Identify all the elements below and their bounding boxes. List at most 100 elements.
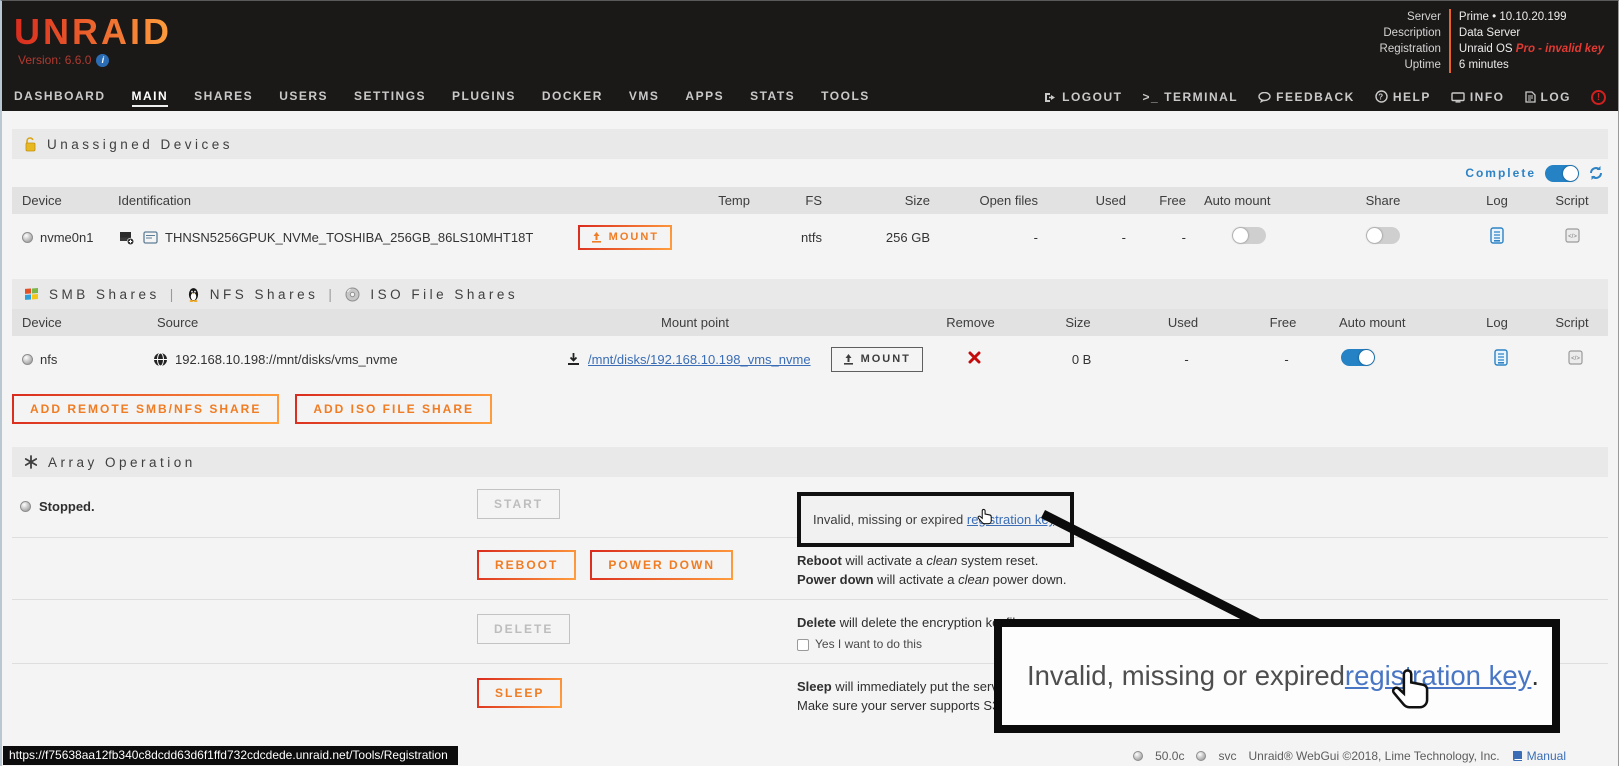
- nfs-shares-tab[interactable]: NFS Shares: [210, 287, 319, 302]
- mount-point-cell: /mnt/disks/192.168.10.198_vms_nvme: [567, 352, 827, 367]
- size-value: 256 GB: [826, 230, 934, 245]
- log-button[interactable]: LOG: [1525, 90, 1572, 106]
- terminal-button[interactable]: >_TERMINAL: [1142, 90, 1238, 106]
- add-iso-file-share-button[interactable]: ADD ISO FILE SHARE: [295, 394, 492, 424]
- share-toggle[interactable]: [1366, 227, 1400, 244]
- unraid-main-page: UNRAID Version: 6.6.0 i Server Prime • 1…: [0, 0, 1619, 766]
- unraid-logo: UNRAID: [14, 11, 172, 53]
- remove-x-icon[interactable]: [968, 351, 981, 364]
- registration-value: Unraid OS Pro - invalid key: [1449, 41, 1604, 57]
- version-text: Version: 6.6.0 i: [18, 53, 109, 67]
- script-badge-icon[interactable]: </>: [1565, 228, 1580, 243]
- log-icon: [1525, 91, 1536, 103]
- header: UNRAID Version: 6.6.0 i Server Prime • 1…: [2, 1, 1618, 84]
- device-name: nvme0n1: [40, 230, 93, 245]
- remote-shares-section-header: SMB Shares | NFS Shares | ISO File Share…: [12, 279, 1608, 309]
- log-badge-icon[interactable]: [1490, 227, 1504, 244]
- registration-label: Registration: [1380, 41, 1449, 57]
- share-source: 192.168.10.198://mnt/disks/vms_nvme: [175, 352, 398, 367]
- auto-mount-toggle[interactable]: [1232, 227, 1266, 244]
- power-down-button[interactable]: POWER DOWN: [590, 550, 733, 580]
- nav-main[interactable]: MAIN: [132, 89, 169, 107]
- col-auto-mount: Auto mount: [1333, 315, 1458, 330]
- cursor-hand-icon-large: [1390, 667, 1432, 713]
- monitor-icon: [1451, 92, 1465, 103]
- share-used-value: -: [1137, 352, 1237, 367]
- array-status-orb: [20, 501, 31, 512]
- share-auto-mount-toggle[interactable]: [1341, 349, 1375, 366]
- registration-key-link-large[interactable]: registration key: [1345, 660, 1531, 692]
- nav-apps[interactable]: APPS: [685, 89, 724, 107]
- nav-vms[interactable]: VMS: [629, 89, 660, 107]
- col-mount-point: Mount point: [567, 315, 823, 330]
- share-row: nfs 192.168.10.198://mnt/disks/vms_nvme …: [12, 336, 1608, 382]
- invalid-key-text: Pro - invalid key: [1516, 43, 1604, 55]
- array-operation-section-header: Array Operation: [12, 447, 1608, 477]
- mount-icon: [843, 354, 854, 365]
- section-title: Array Operation: [48, 455, 196, 470]
- mount-button-share[interactable]: MOUNT: [831, 347, 923, 372]
- sleep-button[interactable]: SLEEP: [477, 678, 562, 708]
- mount-point-link[interactable]: /mnt/disks/192.168.10.198_vms_nvme: [588, 352, 811, 367]
- nav-stats[interactable]: STATS: [750, 89, 795, 107]
- identification-cell: THNSN5256GPUK_NVMe_TOSHIBA_256GB_86LS10M…: [112, 225, 682, 250]
- col-used: Used: [1042, 193, 1130, 208]
- alert-icon[interactable]: !: [1591, 90, 1606, 105]
- col-temp: Temp: [682, 193, 754, 208]
- nav-tools[interactable]: TOOLS: [821, 89, 870, 107]
- complete-toggle[interactable]: [1545, 165, 1579, 182]
- nav-dashboard[interactable]: DASHBOARD: [14, 89, 106, 107]
- col-source: Source: [147, 315, 567, 330]
- unassigned-table-header: Device Identification Temp FS Size Open …: [12, 187, 1608, 214]
- description-label: Description: [1380, 25, 1449, 41]
- info-button[interactable]: INFO: [1451, 90, 1505, 106]
- col-remove: Remove: [918, 315, 1023, 330]
- iso-file-shares-tab[interactable]: ISO File Shares: [370, 287, 518, 302]
- array-status-text: Stopped.: [39, 499, 95, 514]
- delete-button[interactable]: DELETE: [477, 614, 570, 644]
- share-status-orb: [22, 354, 33, 365]
- description-value: Data Server: [1449, 25, 1604, 41]
- col-identification: Identification: [112, 193, 682, 208]
- device-cell: nfs: [12, 352, 147, 367]
- delete-confirm-checkbox[interactable]: [797, 639, 809, 651]
- col-script: Script: [1536, 315, 1608, 330]
- refresh-icon[interactable]: [1588, 165, 1604, 181]
- script-badge-icon[interactable]: </>: [1568, 350, 1583, 365]
- server-value: Prime • 10.10.20.199: [1449, 9, 1604, 25]
- log-badge-icon[interactable]: [1494, 349, 1508, 366]
- reboot-button[interactable]: REBOOT: [477, 550, 576, 580]
- device-status-orb: [22, 232, 33, 243]
- nav-docker[interactable]: DOCKER: [542, 89, 603, 107]
- mount-button-unassigned[interactable]: MOUNT: [578, 225, 672, 250]
- nav-settings[interactable]: SETTINGS: [354, 89, 426, 107]
- array-status: Stopped.: [12, 477, 477, 514]
- footer-copyright: Unraid® WebGui ©2018, Lime Technology, I…: [1248, 749, 1499, 763]
- smb-shares-tab[interactable]: SMB Shares: [49, 287, 160, 302]
- disk-add-icon: [118, 229, 136, 246]
- nav-left: DASHBOARD MAIN SHARES USERS SETTINGS PLU…: [14, 89, 870, 107]
- nfs-linux-icon: [187, 287, 200, 302]
- book-icon: [1512, 750, 1523, 762]
- footer-status-orb-2: [1196, 751, 1206, 761]
- free-value: -: [1130, 230, 1190, 245]
- help-button[interactable]: ?HELP: [1375, 90, 1431, 106]
- registration-warning-box: Invalid, missing or expired registration…: [797, 492, 1074, 547]
- feedback-button[interactable]: FEEDBACK: [1258, 90, 1355, 106]
- version-info-icon[interactable]: i: [96, 54, 109, 67]
- terminal-icon: >_: [1142, 90, 1159, 104]
- manual-link[interactable]: Manual: [1512, 749, 1566, 763]
- logout-button[interactable]: LOGOUT: [1044, 90, 1122, 106]
- col-device: Device: [12, 193, 112, 208]
- nav-shares[interactable]: SHARES: [194, 89, 253, 107]
- cursor-hand-icon: [977, 508, 993, 526]
- svg-text:</>: </>: [1568, 234, 1577, 240]
- footer-status-orb-1: [1133, 751, 1143, 761]
- nav-plugins[interactable]: PLUGINS: [452, 89, 516, 107]
- nav-users[interactable]: USERS: [279, 89, 328, 107]
- start-button[interactable]: START: [477, 489, 560, 519]
- complete-label: Complete: [1465, 166, 1536, 180]
- col-open-files: Open files: [934, 193, 1042, 208]
- add-remote-smb-nfs-share-button[interactable]: ADD REMOTE SMB/NFS SHARE: [12, 394, 279, 424]
- unassigned-device-row: nvme0n1 THNSN5256GPUK_NVMe_TOSHIBA_256GB…: [12, 214, 1608, 260]
